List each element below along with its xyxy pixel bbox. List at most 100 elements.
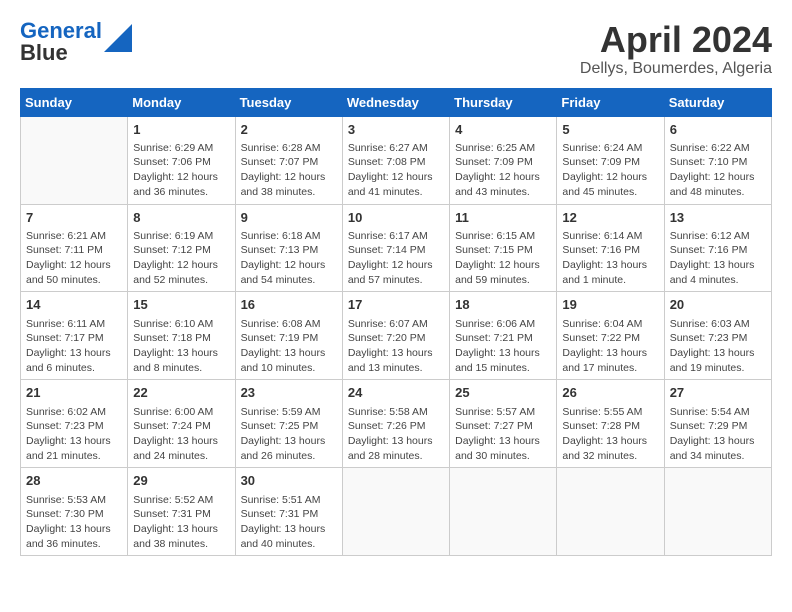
calendar-cell: 10 Sunrise: 6:17 AMSunset: 7:14 PMDayligh… [342, 204, 449, 292]
calendar-cell [664, 468, 771, 556]
day-number: 10 [348, 209, 444, 227]
calendar-cell: 19Sunrise: 6:04 AMSunset: 7:22 PMDayligh… [557, 292, 664, 380]
calendar-cell: 24 Sunrise: 5:58 AMSunset: 7:26 PMDayligh… [342, 380, 449, 468]
calendar-cell: 4Sunrise: 6:25 AMSunset: 7:09 PMDaylight… [450, 116, 557, 204]
day-number: 13 [670, 209, 766, 227]
header-monday: Monday [128, 88, 235, 116]
calendar-cell: 6 Sunrise: 6:22 AMSunset: 7:10 PMDaylight… [664, 116, 771, 204]
day-number: 27 [670, 384, 766, 402]
calendar-cell: 5Sunrise: 6:24 AMSunset: 7:09 PMDaylight… [557, 116, 664, 204]
day-info: Sunrise: 6:06 AMSunset: 7:21 PMDaylight:… [455, 317, 551, 376]
calendar-cell: 21 Sunrise: 6:02 AMSunset: 7:23 PMDayligh… [21, 380, 128, 468]
page-subtitle: Dellys, Boumerdes, Algeria [580, 60, 772, 78]
day-info: Sunrise: 6:27 AMSunset: 7:08 PMDaylight:… [348, 141, 444, 200]
day-number: 3 [348, 121, 444, 139]
calendar-cell: 23Sunrise: 5:59 AMSunset: 7:25 PMDayligh… [235, 380, 342, 468]
day-number: 20 [670, 296, 766, 314]
calendar-cell: 3 Sunrise: 6:27 AMSunset: 7:08 PMDaylight… [342, 116, 449, 204]
day-info: Sunrise: 5:54 AMSunset: 7:29 PMDaylight:… [670, 405, 766, 464]
day-number: 21 [26, 384, 122, 402]
day-number: 11 [455, 209, 551, 227]
header-wednesday: Wednesday [342, 88, 449, 116]
calendar-cell: 2 Sunrise: 6:28 AMSunset: 7:07 PMDaylight… [235, 116, 342, 204]
day-number: 5 [562, 121, 658, 139]
calendar-cell: 25Sunrise: 5:57 AMSunset: 7:27 PMDayligh… [450, 380, 557, 468]
calendar-cell: 8Sunrise: 6:19 AMSunset: 7:12 PMDaylight… [128, 204, 235, 292]
calendar-cell [21, 116, 128, 204]
day-number: 26 [562, 384, 658, 402]
calendar-header-row: SundayMondayTuesdayWednesdayThursdayFrid… [21, 88, 772, 116]
day-info: Sunrise: 6:17 AMSunset: 7:14 PMDaylight:… [348, 229, 444, 288]
logo: GeneralBlue [20, 20, 132, 64]
day-info: Sunrise: 5:59 AMSunset: 7:25 PMDaylight:… [241, 405, 337, 464]
day-number: 15 [133, 296, 229, 314]
logo-text: GeneralBlue [20, 20, 102, 64]
header-sunday: Sunday [21, 88, 128, 116]
day-info: Sunrise: 6:07 AMSunset: 7:20 PMDaylight:… [348, 317, 444, 376]
calendar-cell: 1Sunrise: 6:29 AMSunset: 7:06 PMDaylight… [128, 116, 235, 204]
day-info: Sunrise: 6:02 AMSunset: 7:23 PMDaylight:… [26, 405, 122, 464]
day-number: 16 [241, 296, 337, 314]
calendar-cell: 9 Sunrise: 6:18 AMSunset: 7:13 PMDaylight… [235, 204, 342, 292]
day-info: Sunrise: 6:14 AMSunset: 7:16 PMDaylight:… [562, 229, 658, 288]
day-info: Sunrise: 6:00 AMSunset: 7:24 PMDaylight:… [133, 405, 229, 464]
header-thursday: Thursday [450, 88, 557, 116]
day-info: Sunrise: 5:52 AMSunset: 7:31 PMDaylight:… [133, 493, 229, 552]
day-info: Sunrise: 6:21 AMSunset: 7:11 PMDaylight:… [26, 229, 122, 288]
day-info: Sunrise: 6:03 AMSunset: 7:23 PMDaylight:… [670, 317, 766, 376]
day-info: Sunrise: 6:22 AMSunset: 7:10 PMDaylight:… [670, 141, 766, 200]
calendar-cell: 16 Sunrise: 6:08 AMSunset: 7:19 PMDayligh… [235, 292, 342, 380]
day-info: Sunrise: 6:08 AMSunset: 7:19 PMDaylight:… [241, 317, 337, 376]
calendar-cell [342, 468, 449, 556]
day-info: Sunrise: 6:04 AMSunset: 7:22 PMDaylight:… [562, 317, 658, 376]
day-info: Sunrise: 5:55 AMSunset: 7:28 PMDaylight:… [562, 405, 658, 464]
day-number: 9 [241, 209, 337, 227]
calendar-cell: 30 Sunrise: 5:51 AMSunset: 7:31 PMDayligh… [235, 468, 342, 556]
day-info: Sunrise: 5:58 AMSunset: 7:26 PMDaylight:… [348, 405, 444, 464]
day-info: Sunrise: 6:15 AMSunset: 7:15 PMDaylight:… [455, 229, 551, 288]
day-number: 12 [562, 209, 658, 227]
calendar-cell: 26 Sunrise: 5:55 AMSunset: 7:28 PMDayligh… [557, 380, 664, 468]
page-header: GeneralBlue April 2024 Dellys, Boumerdes… [20, 20, 772, 78]
title-block: April 2024 Dellys, Boumerdes, Algeria [580, 20, 772, 78]
day-number: 14 [26, 296, 122, 314]
calendar-cell: 20 Sunrise: 6:03 AMSunset: 7:23 PMDayligh… [664, 292, 771, 380]
day-info: Sunrise: 5:51 AMSunset: 7:31 PMDaylight:… [241, 493, 337, 552]
day-number: 4 [455, 121, 551, 139]
day-number: 17 [348, 296, 444, 314]
day-number: 22 [133, 384, 229, 402]
calendar-week-4: 21 Sunrise: 6:02 AMSunset: 7:23 PMDayligh… [21, 380, 772, 468]
calendar-week-2: 7 Sunrise: 6:21 AMSunset: 7:11 PMDaylight… [21, 204, 772, 292]
day-info: Sunrise: 6:18 AMSunset: 7:13 PMDaylight:… [241, 229, 337, 288]
day-number: 6 [670, 121, 766, 139]
header-friday: Friday [557, 88, 664, 116]
calendar-cell [557, 468, 664, 556]
day-number: 29 [133, 472, 229, 490]
header-tuesday: Tuesday [235, 88, 342, 116]
calendar-cell: 15Sunrise: 6:10 AMSunset: 7:18 PMDayligh… [128, 292, 235, 380]
header-saturday: Saturday [664, 88, 771, 116]
day-number: 18 [455, 296, 551, 314]
day-info: Sunrise: 6:12 AMSunset: 7:16 PMDaylight:… [670, 229, 766, 288]
day-info: Sunrise: 6:29 AMSunset: 7:06 PMDaylight:… [133, 141, 229, 200]
calendar-week-1: 1Sunrise: 6:29 AMSunset: 7:06 PMDaylight… [21, 116, 772, 204]
calendar-cell: 22 Sunrise: 6:00 AMSunset: 7:24 PMDayligh… [128, 380, 235, 468]
day-info: Sunrise: 6:28 AMSunset: 7:07 PMDaylight:… [241, 141, 337, 200]
calendar-cell: 7 Sunrise: 6:21 AMSunset: 7:11 PMDaylight… [21, 204, 128, 292]
day-number: 2 [241, 121, 337, 139]
calendar-week-3: 14 Sunrise: 6:11 AMSunset: 7:17 PMDayligh… [21, 292, 772, 380]
day-info: Sunrise: 6:11 AMSunset: 7:17 PMDaylight:… [26, 317, 122, 376]
calendar-week-5: 28Sunrise: 5:53 AMSunset: 7:30 PMDayligh… [21, 468, 772, 556]
calendar-cell: 13 Sunrise: 6:12 AMSunset: 7:16 PMDayligh… [664, 204, 771, 292]
day-number: 7 [26, 209, 122, 227]
day-info: Sunrise: 5:57 AMSunset: 7:27 PMDaylight:… [455, 405, 551, 464]
page-title: April 2024 [580, 20, 772, 60]
day-number: 30 [241, 472, 337, 490]
calendar-cell: 12 Sunrise: 6:14 AMSunset: 7:16 PMDayligh… [557, 204, 664, 292]
calendar-cell: 17 Sunrise: 6:07 AMSunset: 7:20 PMDayligh… [342, 292, 449, 380]
day-number: 24 [348, 384, 444, 402]
calendar-table: SundayMondayTuesdayWednesdayThursdayFrid… [20, 88, 772, 557]
day-number: 28 [26, 472, 122, 490]
calendar-cell: 14 Sunrise: 6:11 AMSunset: 7:17 PMDayligh… [21, 292, 128, 380]
day-info: Sunrise: 6:19 AMSunset: 7:12 PMDaylight:… [133, 229, 229, 288]
